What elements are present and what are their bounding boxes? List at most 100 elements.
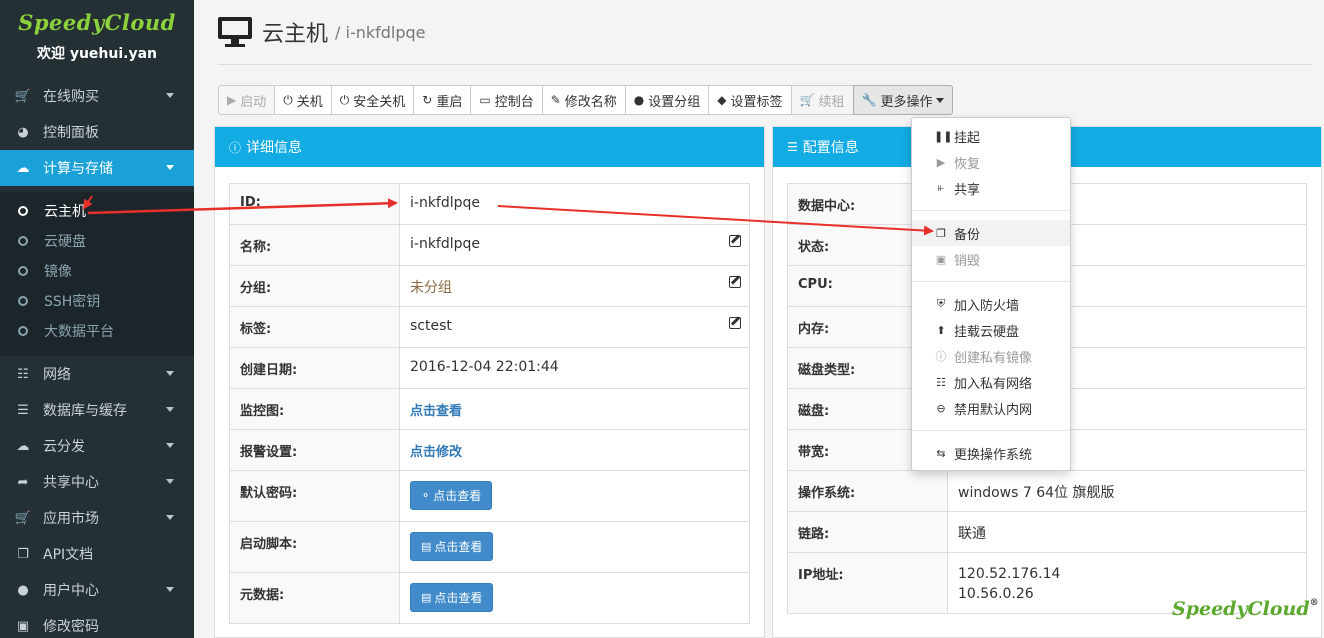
menu-item-disable-intranet[interactable]: ⊖ 禁用默认内网 xyxy=(912,395,1070,421)
power-icon: ⏻ xyxy=(283,92,293,107)
page-title: 云主机 / i-nkfdlpqe xyxy=(218,14,426,50)
page-subtitle: / i-nkfdlpqe xyxy=(335,22,426,42)
sidebar-item-label: 控制面板 xyxy=(43,125,99,141)
power-icon: ⏻ xyxy=(339,92,350,107)
compute-submenu: 云主机 云硬盘 镜像 SSH密钥 大数据平台 xyxy=(0,192,194,356)
share-alt-icon: ⫦ xyxy=(937,181,945,194)
lock-icon: ▣ xyxy=(16,618,30,634)
menu-divider xyxy=(912,281,1070,282)
menu-item-create-image[interactable]: ⓘ 创建私有镜像 xyxy=(912,343,1070,369)
row-key: IP地址: xyxy=(788,553,948,613)
view-startup-script-button[interactable]: ▤ 点击查看 xyxy=(410,532,494,561)
set-tag-button[interactable]: ◆ 设置标签 xyxy=(708,85,792,115)
user-icon: ● xyxy=(17,582,29,598)
sidebar-item-share-center[interactable]: ➦ 共享中心 xyxy=(0,464,194,500)
users-icon: ● xyxy=(633,93,645,107)
view-metadata-button[interactable]: ▤ 点击查看 xyxy=(410,583,494,612)
sidebar-item-api-docs[interactable]: ❐ API文档 xyxy=(0,536,194,572)
row-value: sctest xyxy=(410,318,452,334)
console-button[interactable]: ▭ 控制台 xyxy=(470,85,543,115)
menu-item-share[interactable]: ⫦ 共享 xyxy=(912,175,1070,201)
menu-item-firewall[interactable]: ⛨ 加入防火墙 xyxy=(912,291,1070,317)
sitemap-icon: ☷ xyxy=(17,366,29,382)
sidebar-item-dashboard[interactable]: ◕ 控制面板 xyxy=(0,114,194,150)
info-icon: ⓘ xyxy=(935,350,947,363)
shutdown-button[interactable]: ⏻ 关机 xyxy=(274,85,332,115)
menu-item-attach-disk[interactable]: ⬆ 挂载云硬盘 xyxy=(912,317,1070,343)
sidebar-item-label: 网络 xyxy=(43,367,71,383)
sidebar-item-label: 在线购买 xyxy=(43,89,99,105)
caret-down-icon xyxy=(166,443,174,448)
safe-shutdown-button[interactable]: ⏻ 安全关机 xyxy=(330,85,415,115)
edit-icon[interactable] xyxy=(729,235,741,247)
alarm-settings-link[interactable]: 点击修改 xyxy=(400,430,472,471)
rename-button[interactable]: ✎ 修改名称 xyxy=(541,85,626,115)
menu-label: 加入私有网络 xyxy=(954,376,1033,392)
row-key: 链路: xyxy=(788,512,948,552)
button-label: 启动 xyxy=(240,94,267,110)
menu-item-destroy[interactable]: ▣ 销毁 xyxy=(912,246,1070,272)
menu-item-resume[interactable]: ▶ 恢复 xyxy=(912,149,1070,175)
row-key: 监控图: xyxy=(230,389,400,429)
sidebar-item-cdn[interactable]: ☁ 云分发 xyxy=(0,428,194,464)
menu-divider xyxy=(912,430,1070,431)
start-button[interactable]: ▶ 启动 xyxy=(218,85,276,115)
shield-icon: ⛨ xyxy=(936,297,946,310)
sidebar-item-change-password[interactable]: ▣ 修改密码 xyxy=(0,608,194,638)
submenu-item-image[interactable]: 镜像 xyxy=(0,256,194,286)
sidebar-item-online-purchase[interactable]: 🛒 在线购买 xyxy=(0,78,194,114)
renew-button[interactable]: 🛒 续租 xyxy=(790,85,854,115)
sidebar-item-database[interactable]: ☰ 数据库与缓存 xyxy=(0,392,194,428)
speedycloud-logo[interactable]: SpeedyCloud xyxy=(0,10,194,35)
set-group-button[interactable]: ● 设置分组 xyxy=(624,85,710,115)
play-icon: ▶ xyxy=(936,155,946,169)
button-label: 控制台 xyxy=(494,94,534,110)
monitor-link[interactable]: 点击查看 xyxy=(400,389,472,430)
cart-icon: 🛒 xyxy=(799,93,815,107)
sidebar-item-label: 应用市场 xyxy=(43,511,99,527)
public-ip: 120.52.176.14 xyxy=(958,566,1061,582)
caret-down-icon xyxy=(166,587,174,592)
row-value: i-nkfdlpqe xyxy=(410,195,481,211)
menu-item-join-private-network[interactable]: ☷ 加入私有网络 xyxy=(912,369,1070,395)
button-label: 重启 xyxy=(436,94,463,110)
submenu-item-ssh[interactable]: SSH密钥 xyxy=(0,286,194,316)
circle-icon xyxy=(18,326,28,336)
table-row: 分组: 未分组 xyxy=(229,266,750,307)
more-actions-button[interactable]: 🔧 更多操作 xyxy=(852,85,954,115)
button-label: 安全关机 xyxy=(353,94,406,110)
sidebar-item-app-market[interactable]: 🛒 应用市场 xyxy=(0,500,194,536)
caret-down-icon xyxy=(166,407,174,412)
submenu-item-bigdata[interactable]: 大数据平台 xyxy=(0,316,194,346)
table-row: ID: i-nkfdlpqe xyxy=(229,184,750,225)
menu-item-change-os[interactable]: ⇆ 更换操作系统 xyxy=(912,440,1070,466)
view-password-button[interactable]: ⚬ 点击查看 xyxy=(410,481,493,510)
menu-label: 创建私有镜像 xyxy=(954,350,1033,366)
pause-icon: ❚❚ xyxy=(934,129,953,143)
exchange-icon: ⇆ xyxy=(936,446,946,460)
cart-icon: 🛒 xyxy=(14,88,32,104)
submenu-label: 云主机 xyxy=(44,204,86,220)
sidebar-item-compute-storage[interactable]: ☁ 计算与存储 xyxy=(0,150,194,186)
menu-item-backup[interactable]: ❐ 备份 xyxy=(912,220,1070,246)
submenu-label: 大数据平台 xyxy=(44,324,114,340)
tags-icon: ◆ xyxy=(717,93,727,107)
table-row: 报警设置: 点击修改 xyxy=(229,430,750,471)
edit-icon[interactable] xyxy=(729,276,741,288)
sidebar-item-network[interactable]: ☷ 网络 xyxy=(0,356,194,392)
menu-label: 挂起 xyxy=(954,130,981,146)
table-row: 操作系统: windows 7 64位 旗舰版 xyxy=(787,471,1307,512)
submenu-item-disk[interactable]: 云硬盘 xyxy=(0,226,194,256)
menu-item-suspend[interactable]: ❚❚ 挂起 xyxy=(912,123,1070,149)
detail-table: ID: i-nkfdlpqe 名称: i-nkfdlpqe 分组: 未分组 标签… xyxy=(229,183,750,624)
button-label: 更多操作 xyxy=(880,94,933,110)
panel-title: 详细信息 xyxy=(246,140,303,156)
edit-icon[interactable] xyxy=(729,317,741,329)
caret-down-icon xyxy=(166,479,174,484)
sidebar-item-user-center[interactable]: ● 用户中心 xyxy=(0,572,194,608)
submenu-item-vm[interactable]: 云主机 xyxy=(0,196,194,226)
restart-button[interactable]: ↻ 重启 xyxy=(413,85,472,115)
database-icon: ☰ xyxy=(17,402,29,418)
panel-title: 配置信息 xyxy=(802,140,859,156)
button-label: 续租 xyxy=(818,94,845,110)
